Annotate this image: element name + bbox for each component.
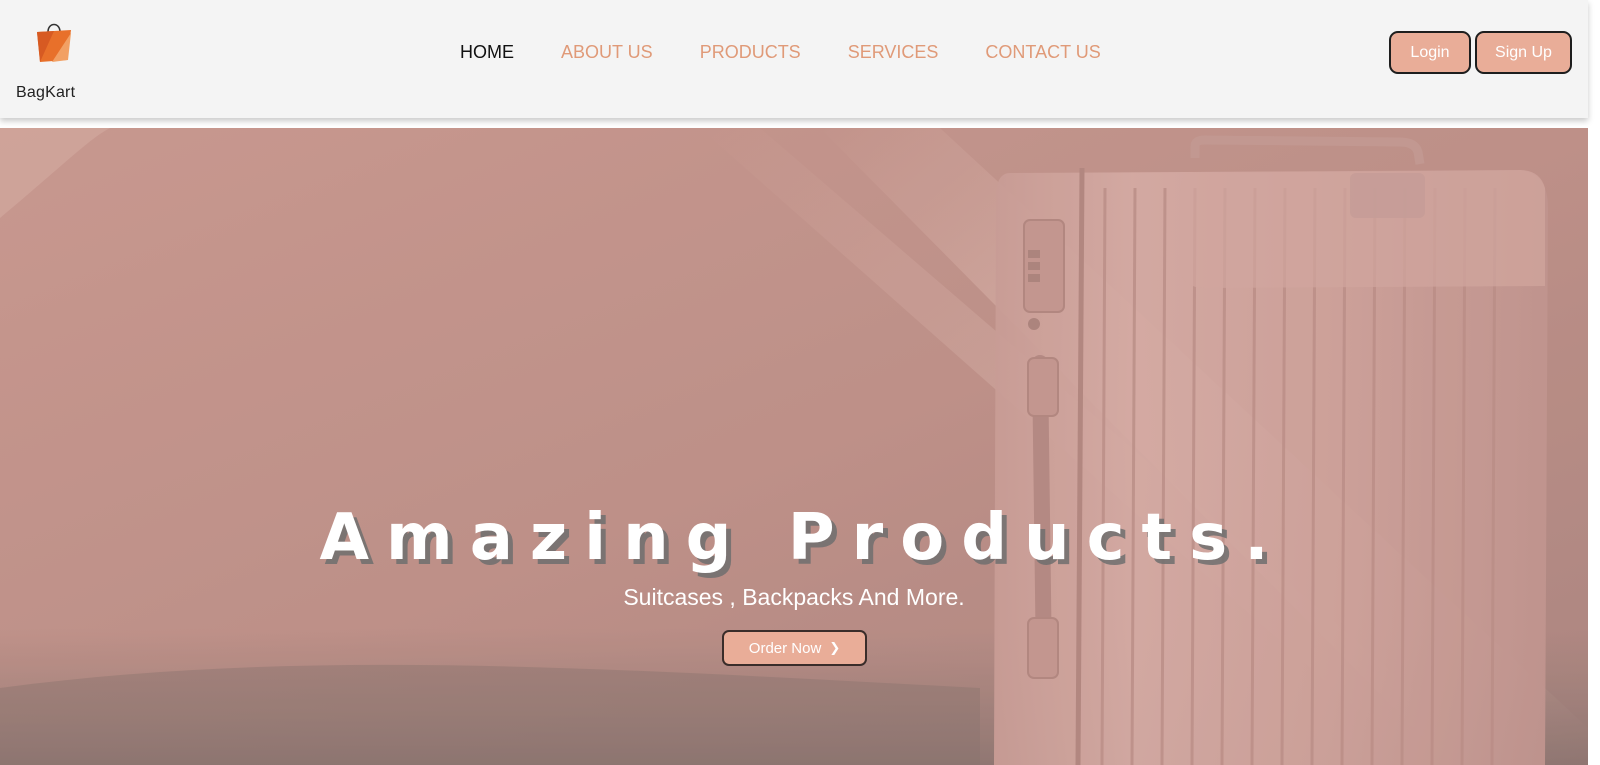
site-header: BagKart HOME ABOUT US PRODUCTS SERVICES … [0,0,1588,118]
nav-home[interactable]: HOME [460,40,514,64]
order-now-button[interactable]: Order Now ❯ [722,630,867,666]
shopping-bag-icon [37,23,71,62]
main-nav: HOME ABOUT US PRODUCTS SERVICES CONTACT … [460,40,1148,64]
hero-banner: Amazing Products. Suitcases , Backpacks … [0,128,1588,765]
brand-name: BagKart [16,84,76,101]
hero-subtitle: Suitcases , Backpacks And More. [623,584,965,610]
login-button[interactable]: Login [1389,31,1471,74]
nav-products[interactable]: PRODUCTS [700,40,801,64]
brand-logo[interactable]: BagKart [14,18,84,108]
nav-contact-us[interactable]: CONTACT US [985,40,1100,64]
signup-button[interactable]: Sign Up [1475,31,1572,74]
chevron-right-icon: ❯ [829,640,841,655]
order-now-label: Order Now [748,639,822,657]
hero-title: Amazing Products. [319,501,1286,575]
nav-about-us[interactable]: ABOUT US [561,40,653,64]
nav-services[interactable]: SERVICES [848,40,939,64]
suitcase-photo [0,128,1588,765]
